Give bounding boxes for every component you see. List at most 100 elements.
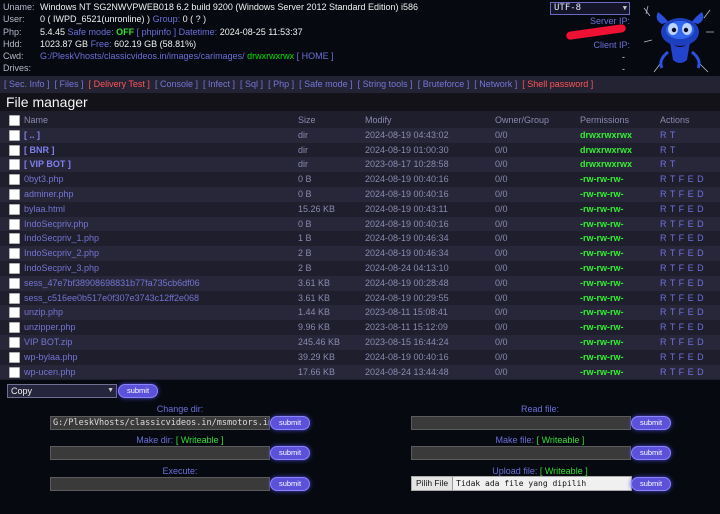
- file-actions[interactable]: R T F E D: [660, 320, 704, 335]
- file-actions[interactable]: R T F E D: [660, 187, 704, 202]
- file-permissions[interactable]: -rw-rw-rw-: [580, 172, 624, 187]
- row-checkbox[interactable]: [9, 336, 20, 348]
- file-name-link[interactable]: bylaa.html: [24, 202, 65, 217]
- choose-file-button[interactable]: Pilih File: [412, 477, 454, 490]
- file-actions[interactable]: R T F E D: [660, 350, 704, 365]
- file-actions[interactable]: R T F E D: [660, 246, 704, 261]
- file-actions[interactable]: R T F E D: [660, 276, 704, 291]
- file-actions[interactable]: R T F E D: [660, 217, 704, 232]
- file-name-link[interactable]: wp-ucen.php: [24, 365, 76, 380]
- column-header-name[interactable]: Name: [24, 113, 48, 128]
- file-permissions[interactable]: -rw-rw-rw-: [580, 320, 624, 335]
- action-select[interactable]: Copy ▼: [7, 384, 117, 398]
- file-permissions[interactable]: drwxrwxrwx: [580, 157, 632, 172]
- menu-item[interactable]: [ Delivery Test ]: [89, 79, 150, 89]
- file-permissions[interactable]: -rw-rw-rw-: [580, 276, 624, 291]
- menu-item[interactable]: [ Php ]: [268, 79, 294, 89]
- column-header-permissions[interactable]: Permissions: [580, 113, 629, 128]
- row-checkbox[interactable]: [9, 159, 20, 171]
- file-permissions[interactable]: -rw-rw-rw-: [580, 350, 624, 365]
- execute-submit-button[interactable]: submit: [270, 477, 310, 491]
- menu-item[interactable]: [ Console ]: [155, 79, 198, 89]
- upload-file-picker[interactable]: Pilih File Tidak ada file yang dipilih: [411, 476, 632, 491]
- row-checkbox[interactable]: [9, 233, 20, 245]
- file-name-link[interactable]: IndoSecpriv_3.php: [24, 261, 99, 276]
- file-permissions[interactable]: -rw-rw-rw-: [580, 217, 624, 232]
- menu-item[interactable]: [ Network ]: [474, 79, 517, 89]
- file-name-link[interactable]: unzip.php: [24, 305, 63, 320]
- file-actions[interactable]: R T F E D: [660, 261, 704, 276]
- row-checkbox[interactable]: [9, 307, 20, 319]
- row-checkbox[interactable]: [9, 351, 20, 363]
- phpinfo-link[interactable]: [ phpinfo ]: [137, 27, 177, 37]
- column-header-owner[interactable]: Owner/Group: [495, 113, 549, 128]
- file-name-link[interactable]: sess_c516ee0b517e0f307e3743c12ff2e068: [24, 291, 199, 306]
- row-checkbox[interactable]: [9, 174, 20, 186]
- cwd-path[interactable]: G:/PleskVhosts/classicvideos.in/images/c…: [40, 51, 245, 61]
- file-name-link[interactable]: [ .. ]: [24, 128, 40, 143]
- file-permissions[interactable]: -rw-rw-rw-: [580, 202, 624, 217]
- read-file-input[interactable]: [411, 416, 631, 430]
- file-permissions[interactable]: -rw-rw-rw-: [580, 231, 624, 246]
- file-permissions[interactable]: -rw-rw-rw-: [580, 187, 624, 202]
- read-file-submit-button[interactable]: submit: [631, 416, 671, 430]
- column-header-modify[interactable]: Modify: [365, 113, 392, 128]
- file-permissions[interactable]: -rw-rw-rw-: [580, 246, 624, 261]
- row-checkbox[interactable]: [9, 218, 20, 230]
- menu-item[interactable]: [ Infect ]: [203, 79, 235, 89]
- make-dir-input[interactable]: [50, 446, 270, 460]
- make-dir-submit-button[interactable]: submit: [270, 446, 310, 460]
- file-permissions[interactable]: drwxrwxrwx: [580, 128, 632, 143]
- menu-item[interactable]: [ Files ]: [55, 79, 84, 89]
- file-name-link[interactable]: adminer.php: [24, 187, 74, 202]
- menu-item[interactable]: [ String tools ]: [358, 79, 413, 89]
- file-actions[interactable]: R T F E D: [660, 305, 704, 320]
- menu-item[interactable]: [ Shell password ]: [522, 79, 593, 89]
- home-link[interactable]: [ HOME ]: [297, 51, 334, 61]
- menu-item[interactable]: [ Safe mode ]: [299, 79, 353, 89]
- file-actions[interactable]: R T: [660, 157, 676, 172]
- row-checkbox[interactable]: [9, 292, 20, 304]
- file-permissions[interactable]: -rw-rw-rw-: [580, 335, 624, 350]
- make-file-input[interactable]: [411, 446, 631, 460]
- row-checkbox[interactable]: [9, 188, 20, 200]
- row-checkbox[interactable]: [9, 322, 20, 334]
- file-actions[interactable]: R T: [660, 128, 676, 143]
- file-permissions[interactable]: -rw-rw-rw-: [580, 365, 624, 380]
- file-name-link[interactable]: IndoSecpriv.php: [24, 217, 88, 232]
- file-name-link[interactable]: VIP BOT.zip: [24, 335, 72, 350]
- make-file-submit-button[interactable]: submit: [631, 446, 671, 460]
- file-actions[interactable]: R T F E D: [660, 365, 704, 380]
- row-checkbox[interactable]: [9, 262, 20, 274]
- select-all-checkbox[interactable]: [9, 115, 20, 126]
- file-actions[interactable]: R T F E D: [660, 335, 704, 350]
- file-name-link[interactable]: 0byt3.php: [24, 172, 64, 187]
- file-name-link[interactable]: unzipper.php: [24, 320, 76, 335]
- action-submit-button[interactable]: submit: [118, 384, 158, 398]
- row-checkbox[interactable]: [9, 203, 20, 215]
- row-checkbox[interactable]: [9, 144, 20, 156]
- file-permissions[interactable]: drwxrwxrwx: [580, 143, 632, 158]
- file-name-link[interactable]: sess_47e7bf38908698831b77fa735cb6df06: [24, 276, 200, 291]
- change-dir-input[interactable]: G:/PleskVhosts/classicvideos.in/msmotors…: [50, 416, 270, 430]
- row-checkbox[interactable]: [9, 366, 20, 378]
- file-name-link[interactable]: IndoSecpriv_1.php: [24, 231, 99, 246]
- file-actions[interactable]: R T F E D: [660, 231, 704, 246]
- menu-item[interactable]: [ Sql ]: [240, 79, 263, 89]
- charset-select[interactable]: UTF-8 ▼: [550, 2, 630, 15]
- file-name-link[interactable]: IndoSecpriv_2.php: [24, 246, 99, 261]
- row-checkbox[interactable]: [9, 129, 20, 141]
- row-checkbox[interactable]: [9, 248, 20, 260]
- execute-input[interactable]: [50, 477, 270, 491]
- menu-item[interactable]: [ Sec. Info ]: [4, 79, 50, 89]
- file-name-link[interactable]: [ VIP BOT ]: [24, 157, 71, 172]
- change-dir-submit-button[interactable]: submit: [270, 416, 310, 430]
- file-actions[interactable]: R T F E D: [660, 202, 704, 217]
- upload-file-submit-button[interactable]: submit: [631, 477, 671, 491]
- file-actions[interactable]: R T F E D: [660, 291, 704, 306]
- file-actions[interactable]: R T F E D: [660, 172, 704, 187]
- file-permissions[interactable]: -rw-rw-rw-: [580, 261, 624, 276]
- row-checkbox[interactable]: [9, 277, 20, 289]
- file-permissions[interactable]: -rw-rw-rw-: [580, 305, 624, 320]
- file-actions[interactable]: R T: [660, 143, 676, 158]
